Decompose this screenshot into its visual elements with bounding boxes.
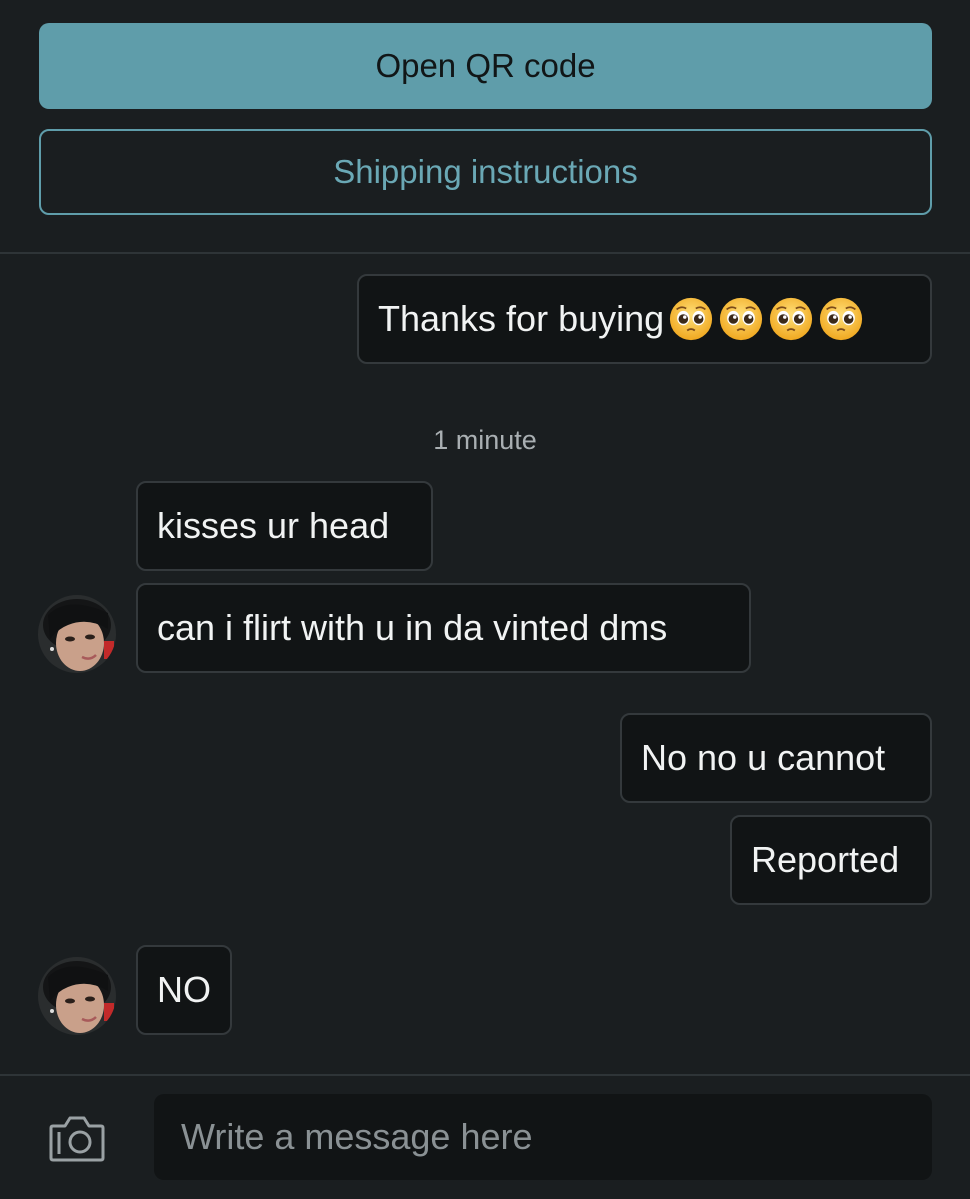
- message-text: Thanks for buying: [378, 298, 665, 339]
- pleading-face-icon: [670, 297, 713, 341]
- message-text: Reported: [751, 839, 900, 880]
- message-text: NO: [157, 969, 211, 1010]
- message-bubble-received[interactable]: kisses ur head: [136, 481, 433, 571]
- message-timestamp: 1 minute: [433, 425, 537, 455]
- message-text: can i flirt with u in da vinted dms: [157, 607, 668, 648]
- shipping-instructions-button[interactable]: Shipping instructions: [39, 129, 932, 215]
- message-input[interactable]: [154, 1094, 932, 1180]
- message-bubble-received[interactable]: NO: [136, 945, 232, 1035]
- open-qr-code-button[interactable]: Open QR code: [39, 23, 932, 109]
- avatar-image: [38, 595, 116, 673]
- pleading-face-icon: [720, 297, 763, 341]
- divider: [0, 1074, 970, 1076]
- camera-icon: [49, 1116, 105, 1162]
- pleading-face-icon: [770, 297, 813, 341]
- chat-screen: Open QR code Shipping instructions Thank…: [0, 0, 970, 1199]
- avatar[interactable]: [38, 957, 116, 1035]
- message-bubble-sent[interactable]: Thanks for buying: [357, 274, 932, 364]
- avatar[interactable]: [38, 595, 116, 673]
- divider: [0, 252, 970, 254]
- message-bubble-received[interactable]: can i flirt with u in da vinted dms: [136, 583, 751, 673]
- message-bubble-sent[interactable]: Reported: [730, 815, 932, 905]
- message-text: kisses ur head: [157, 505, 390, 546]
- avatar-image: [38, 957, 116, 1035]
- message-bubble-sent[interactable]: No no u cannot: [620, 713, 932, 803]
- camera-button[interactable]: [47, 1110, 107, 1166]
- message-text: No no u cannot: [641, 737, 886, 778]
- pleading-face-icon: [820, 297, 863, 341]
